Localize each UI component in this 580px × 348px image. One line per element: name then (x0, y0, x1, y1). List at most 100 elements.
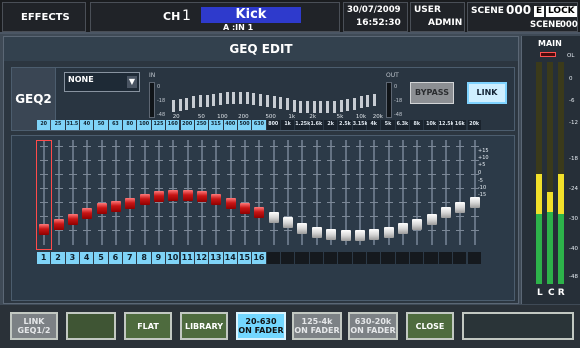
fader-tick (312, 202, 321, 203)
fader-tick (284, 146, 293, 147)
fader-knob[interactable] (297, 222, 308, 234)
fader-number-button[interactable]: 7 (123, 252, 137, 264)
fader-knob[interactable] (67, 213, 78, 225)
link-geq-button[interactable]: LINK GEQ1/2 (10, 312, 58, 340)
fader-knob[interactable] (82, 208, 93, 220)
fader-tick (97, 230, 106, 231)
fader-tick (97, 160, 106, 161)
fader-tick (169, 230, 178, 231)
fader-tick (154, 202, 163, 203)
fader-tick (355, 174, 364, 175)
fader-tick (198, 202, 207, 203)
fader-number-button[interactable]: 15 (237, 252, 252, 264)
fader-range-20-630-button[interactable]: 20-630 ON FADER (236, 312, 286, 340)
fader-number-blank (352, 252, 367, 264)
fader-tick (427, 188, 436, 189)
fader-tick (327, 216, 336, 217)
fader-number-button[interactable]: 6 (108, 252, 123, 264)
fader-tick (456, 174, 465, 175)
fader-number-button[interactable]: 16 (252, 252, 266, 264)
fader-number-button[interactable]: 8 (137, 252, 151, 264)
fader-number-button[interactable]: 4 (80, 252, 94, 264)
fader-tick (255, 160, 264, 161)
fader-tick (169, 216, 178, 217)
blank-key-button[interactable] (66, 312, 116, 340)
fader-tick (269, 230, 278, 231)
fader-tick (169, 188, 178, 189)
fader-knob[interactable] (168, 190, 179, 202)
fader-number-blank (266, 252, 280, 264)
fader-number-button[interactable]: 11 (180, 252, 194, 264)
fader-knob[interactable] (182, 190, 193, 202)
fader-knob[interactable] (197, 191, 208, 203)
fader-tick (413, 160, 422, 161)
fader-tick (140, 160, 149, 161)
fader-number-blank (280, 252, 295, 264)
fader-number-button[interactable]: 5 (94, 252, 108, 264)
fader-knob[interactable] (340, 230, 351, 242)
fader-range-630-20k-button[interactable]: 630-20k ON FADER (348, 312, 398, 340)
fader-number-button[interactable]: 1 (37, 252, 51, 264)
fader-number-button[interactable]: 12 (194, 252, 209, 264)
fader-tick (226, 146, 235, 147)
fader-range-125-4k-button[interactable]: 125-4k ON FADER (292, 312, 342, 340)
fader-number-button[interactable]: 2 (51, 252, 65, 264)
fader-knob[interactable] (326, 229, 337, 241)
fader-tick (269, 188, 278, 189)
fader-knob[interactable] (383, 226, 394, 238)
library-button[interactable]: LIBRARY (180, 312, 228, 340)
fader-number-button[interactable]: 14 (223, 252, 237, 264)
fader-knob[interactable] (283, 217, 294, 229)
fader-tick (441, 188, 450, 189)
fader-knob[interactable] (139, 194, 150, 205)
fader-knob[interactable] (96, 203, 107, 215)
fader-tick (298, 146, 307, 147)
meter-scale-label: OL (567, 53, 575, 59)
meter-title: MAIN (538, 39, 562, 48)
fader-knob[interactable] (354, 230, 365, 242)
fader-tick (169, 174, 178, 175)
db-label: +10 (478, 155, 489, 161)
fader-tick (54, 202, 63, 203)
fader-number-button[interactable]: 9 (151, 252, 166, 264)
fader-tick (183, 146, 192, 147)
fader-tick (312, 174, 321, 175)
flat-button[interactable]: FLAT (124, 312, 172, 340)
fader-number-blank (381, 252, 395, 264)
fader-knob[interactable] (412, 218, 423, 230)
fader-tick (398, 188, 407, 189)
fader-knob[interactable] (311, 226, 322, 238)
fader-knob[interactable] (110, 200, 121, 212)
fader-tick (255, 188, 264, 189)
fader-tick (398, 216, 407, 217)
fader-tick (370, 188, 379, 189)
fader-knob[interactable] (397, 222, 408, 234)
fader-tick (111, 174, 120, 175)
fader-tick (54, 146, 63, 147)
meter-bar-right (558, 62, 564, 284)
fader-knob[interactable] (426, 213, 437, 225)
fader-knob[interactable] (268, 212, 279, 224)
fader-tick (140, 146, 149, 147)
meter-scale-label: -48 (569, 274, 578, 280)
fader-knob[interactable] (455, 201, 466, 213)
fader-tick (154, 230, 163, 231)
fader-tick (126, 146, 135, 147)
fader-number-button[interactable]: 10 (166, 252, 180, 264)
fader-knob[interactable] (240, 203, 251, 215)
fader-knob[interactable] (211, 194, 222, 205)
fader-number-button[interactable]: 3 (65, 252, 80, 264)
fader-tick (398, 174, 407, 175)
lock-icon[interactable]: LOCK (546, 6, 577, 17)
close-button[interactable]: CLOSE (406, 312, 454, 340)
fader-number-button[interactable]: 13 (209, 252, 223, 264)
fader-knob[interactable] (369, 229, 380, 241)
fader-knob[interactable] (440, 207, 451, 218)
fader-tick (255, 230, 264, 231)
fader-knob[interactable] (125, 197, 136, 209)
fader-knob[interactable] (153, 191, 164, 203)
meter-scale-label: -24 (569, 186, 578, 192)
fader-knob[interactable] (53, 218, 64, 230)
fader-knob[interactable] (254, 207, 265, 218)
fader-knob[interactable] (225, 197, 236, 209)
